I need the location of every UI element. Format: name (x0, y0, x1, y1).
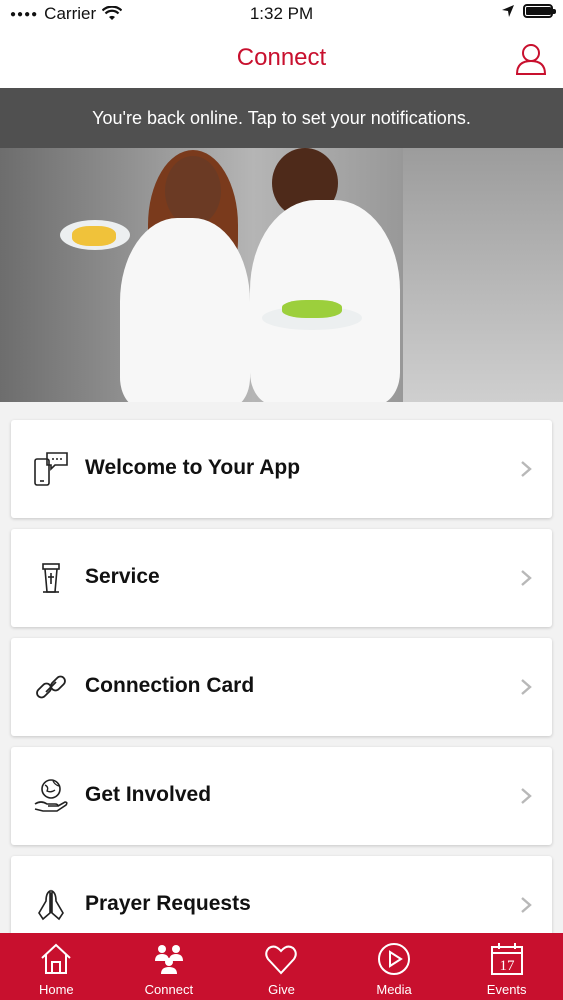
chevron-right-icon (521, 461, 532, 477)
tab-events[interactable]: 17 Events (450, 933, 563, 1000)
battery-icon (523, 4, 556, 18)
menu-item-label: Service (85, 565, 160, 588)
user-icon (515, 44, 547, 75)
praying-hands-icon (38, 889, 64, 921)
chevron-right-icon (521, 897, 532, 913)
menu-item-welcome[interactable]: Welcome to Your App (11, 420, 552, 518)
people-icon (154, 945, 183, 974)
play-icon (378, 943, 411, 975)
menu-item-get-involved[interactable]: Get Involved (11, 747, 552, 845)
tab-bar: Home Connect Give Media 17 Events (0, 933, 563, 1000)
pulpit-icon (42, 563, 60, 593)
tab-label: Connect (144, 982, 194, 997)
tab-give[interactable]: Give (225, 933, 338, 1000)
menu-item-label: Welcome to Your App (85, 456, 301, 479)
menu-item-service[interactable]: Service (11, 529, 552, 627)
notification-banner[interactable]: You're back online. Tap to set your noti… (0, 88, 563, 148)
globe-hand-icon (34, 779, 68, 812)
tab-label: Home (38, 982, 74, 997)
nav-bar: Connect (0, 30, 563, 88)
menu-item-label: Connection Card (85, 674, 255, 697)
tab-label: Give (268, 982, 295, 997)
tab-connect[interactable]: Connect (113, 933, 226, 1000)
tab-media[interactable]: Media (338, 933, 451, 1000)
chevron-right-icon (521, 570, 532, 586)
profile-button[interactable] (515, 42, 547, 76)
chat-phone-icon (34, 452, 68, 486)
page-title: Connect (236, 44, 327, 71)
tab-label: Events (486, 982, 527, 997)
calendar-icon: 17 (490, 943, 523, 975)
status-right (501, 4, 556, 18)
menu-item-connection-card[interactable]: Connection Card (11, 638, 552, 736)
hero-image (0, 148, 563, 402)
menu-item-label: Prayer Requests (85, 892, 251, 915)
chevron-right-icon (521, 788, 532, 804)
link-icon (36, 675, 66, 699)
tab-label: Media (376, 982, 412, 997)
status-bar: ●●●● Carrier 1:32 PM (0, 0, 563, 30)
menu-item-label: Get Involved (85, 783, 212, 806)
location-arrow-icon (502, 5, 514, 17)
calendar-day: 17 (499, 958, 515, 974)
home-icon (41, 943, 71, 974)
menu-list: Welcome to Your App Service Connection C… (11, 420, 552, 965)
heart-icon (265, 945, 298, 975)
tab-home[interactable]: Home (0, 933, 113, 1000)
status-time: 1:32 PM (249, 4, 314, 23)
chevron-right-icon (521, 679, 532, 695)
